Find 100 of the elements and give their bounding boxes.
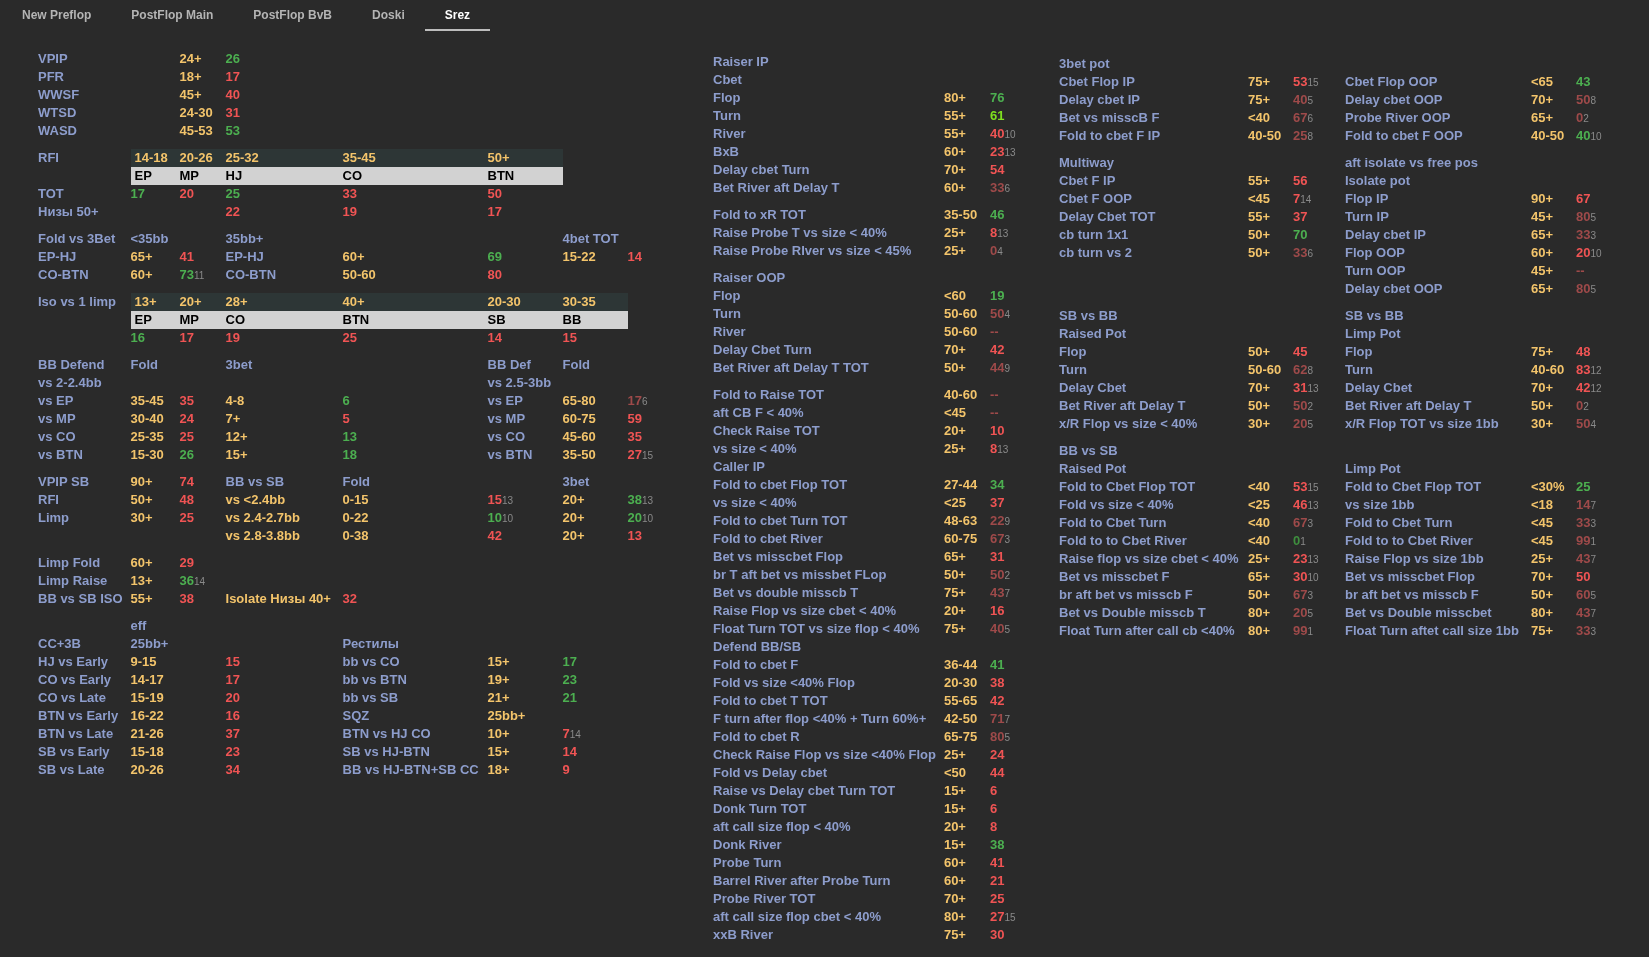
- stat-value: 40: [1576, 127, 1591, 145]
- stat-label: BB vs SB: [1059, 442, 1119, 460]
- stat-label: 3bet pot: [1059, 55, 1111, 73]
- threshold: 15+: [943, 800, 967, 818]
- threshold: <45: [1248, 190, 1272, 208]
- stat-label: CO vs Early: [38, 671, 112, 689]
- stat-label: <35bb: [130, 230, 170, 248]
- tab[interactable]: Doski: [352, 0, 425, 31]
- threshold: 75+: [943, 620, 967, 638]
- stat-label: Float Turn after call cb <40%: [1059, 622, 1236, 640]
- stat-label: bb vs SB: [342, 689, 400, 707]
- stat-value: 62: [1293, 361, 1308, 379]
- stat-value: 15: [562, 329, 577, 347]
- threshold: 50+: [130, 491, 154, 509]
- threshold: <40: [1248, 514, 1272, 532]
- stat-label: Bet vs double misscb T: [713, 584, 860, 602]
- stat-label: Fold to Cbet Flop TOT: [1345, 478, 1483, 496]
- stat-value: 24: [989, 746, 1005, 764]
- stat-label: aft call size flop < 40%: [713, 818, 852, 836]
- stat-value: 56: [1293, 172, 1308, 190]
- stat-value: 33: [1576, 226, 1591, 244]
- threshold: 75+: [1248, 73, 1272, 91]
- threshold: 70+: [943, 161, 967, 179]
- stat-value: 46: [1293, 496, 1308, 514]
- stat-value: 27: [627, 446, 642, 464]
- stat-value: 25: [225, 185, 240, 203]
- sample-count: 3: [1590, 625, 1597, 639]
- stat-value: 50: [1576, 415, 1591, 433]
- stat-label: HJ vs Early: [38, 653, 110, 671]
- threshold: 20+: [179, 293, 203, 311]
- threshold: 25+: [1531, 550, 1555, 568]
- threshold: <30%: [1531, 478, 1566, 496]
- threshold: 70+: [943, 341, 967, 359]
- stat-value: 35: [179, 392, 194, 410]
- stat-value: 50: [1293, 397, 1308, 415]
- threshold: 50-60: [943, 305, 979, 323]
- stat-label: Raise Flop vs size cbet < 40%: [713, 602, 898, 620]
- threshold: 45+: [1531, 262, 1555, 280]
- sample-count: 5: [1307, 418, 1314, 432]
- stat-label: Fold to Cbet Turn: [1345, 514, 1454, 532]
- threshold: 65+: [1531, 280, 1555, 298]
- stat-label: Barrel River after Probe Turn: [713, 872, 892, 890]
- stat-value: 73: [179, 266, 194, 284]
- stat-label: Bet vs Double misscbet: [1345, 604, 1493, 622]
- stat-label: SB vs Late: [38, 761, 106, 779]
- stat-label: br aft bet vs misscb F: [1059, 586, 1194, 604]
- stat-label: BxB: [713, 143, 740, 161]
- stat-value: 33: [1576, 514, 1591, 532]
- stat-label: BB vs SB: [225, 473, 286, 491]
- tab[interactable]: PostFlop Main: [111, 0, 234, 31]
- stat-label: PFR: [38, 68, 65, 86]
- stat-value: 22: [225, 203, 240, 221]
- tab[interactable]: Srez: [424, 0, 491, 31]
- stat-label: Cbet: [713, 71, 743, 89]
- stat-value: 71: [989, 710, 1005, 728]
- sample-count: 12: [1590, 364, 1602, 378]
- stat-label: RFI: [38, 491, 60, 509]
- threshold: 55+: [130, 590, 154, 608]
- stat-value: 25: [342, 329, 357, 347]
- threshold: 55+: [943, 107, 967, 125]
- threshold: 30+: [130, 509, 154, 527]
- threshold: 20-26: [179, 149, 214, 167]
- threshold: 60+: [342, 248, 366, 266]
- threshold: 0-15: [342, 491, 370, 509]
- threshold: 20+: [943, 422, 967, 440]
- threshold: 9-15: [130, 653, 158, 671]
- stat-value: 46: [989, 206, 1005, 224]
- stat-value: 0: [1576, 397, 1584, 415]
- stat-label: Fold to Raise TOT: [713, 386, 825, 404]
- stat-label: vs BTN: [487, 446, 534, 464]
- threshold: 20-30: [487, 293, 522, 311]
- stat-label: 3bet: [562, 473, 591, 491]
- sample-count: 3: [1307, 517, 1314, 531]
- threshold: 50+: [943, 359, 967, 377]
- sample-count: 6: [1307, 112, 1314, 126]
- position-label: BTN: [342, 311, 371, 329]
- threshold: 80+: [943, 908, 967, 926]
- stat-label: Raise Probe RIver vs size < 45%: [713, 242, 913, 260]
- stat-value: 31: [225, 104, 240, 122]
- sample-count: 2: [1004, 569, 1010, 583]
- stat-label: Fold to to Cbet River: [1345, 532, 1474, 550]
- stat-label: aft CB F < 40%: [713, 404, 805, 422]
- threshold: 7+: [225, 410, 242, 428]
- stat-value: 25: [1293, 127, 1308, 145]
- threshold: 15+: [487, 653, 511, 671]
- stat-label: Limp Pot: [1345, 325, 1402, 343]
- stat-label: vs MP: [487, 410, 527, 428]
- stat-value: 99: [1576, 532, 1591, 550]
- tab[interactable]: New Preflop: [2, 0, 112, 31]
- threshold: 25bb+: [487, 707, 527, 725]
- threshold: 60-75: [943, 530, 979, 548]
- sample-count: 6: [1307, 247, 1314, 261]
- sample-count: 2: [1307, 400, 1314, 414]
- tab[interactable]: PostFlop BvB: [233, 0, 353, 31]
- stat-value: 26: [225, 50, 240, 68]
- stat-label: River: [713, 323, 747, 341]
- sample-count: 2: [1583, 112, 1589, 126]
- sample-count: 4: [1004, 308, 1010, 322]
- threshold: 15+: [487, 743, 511, 761]
- stat-label: vs MP: [38, 410, 77, 428]
